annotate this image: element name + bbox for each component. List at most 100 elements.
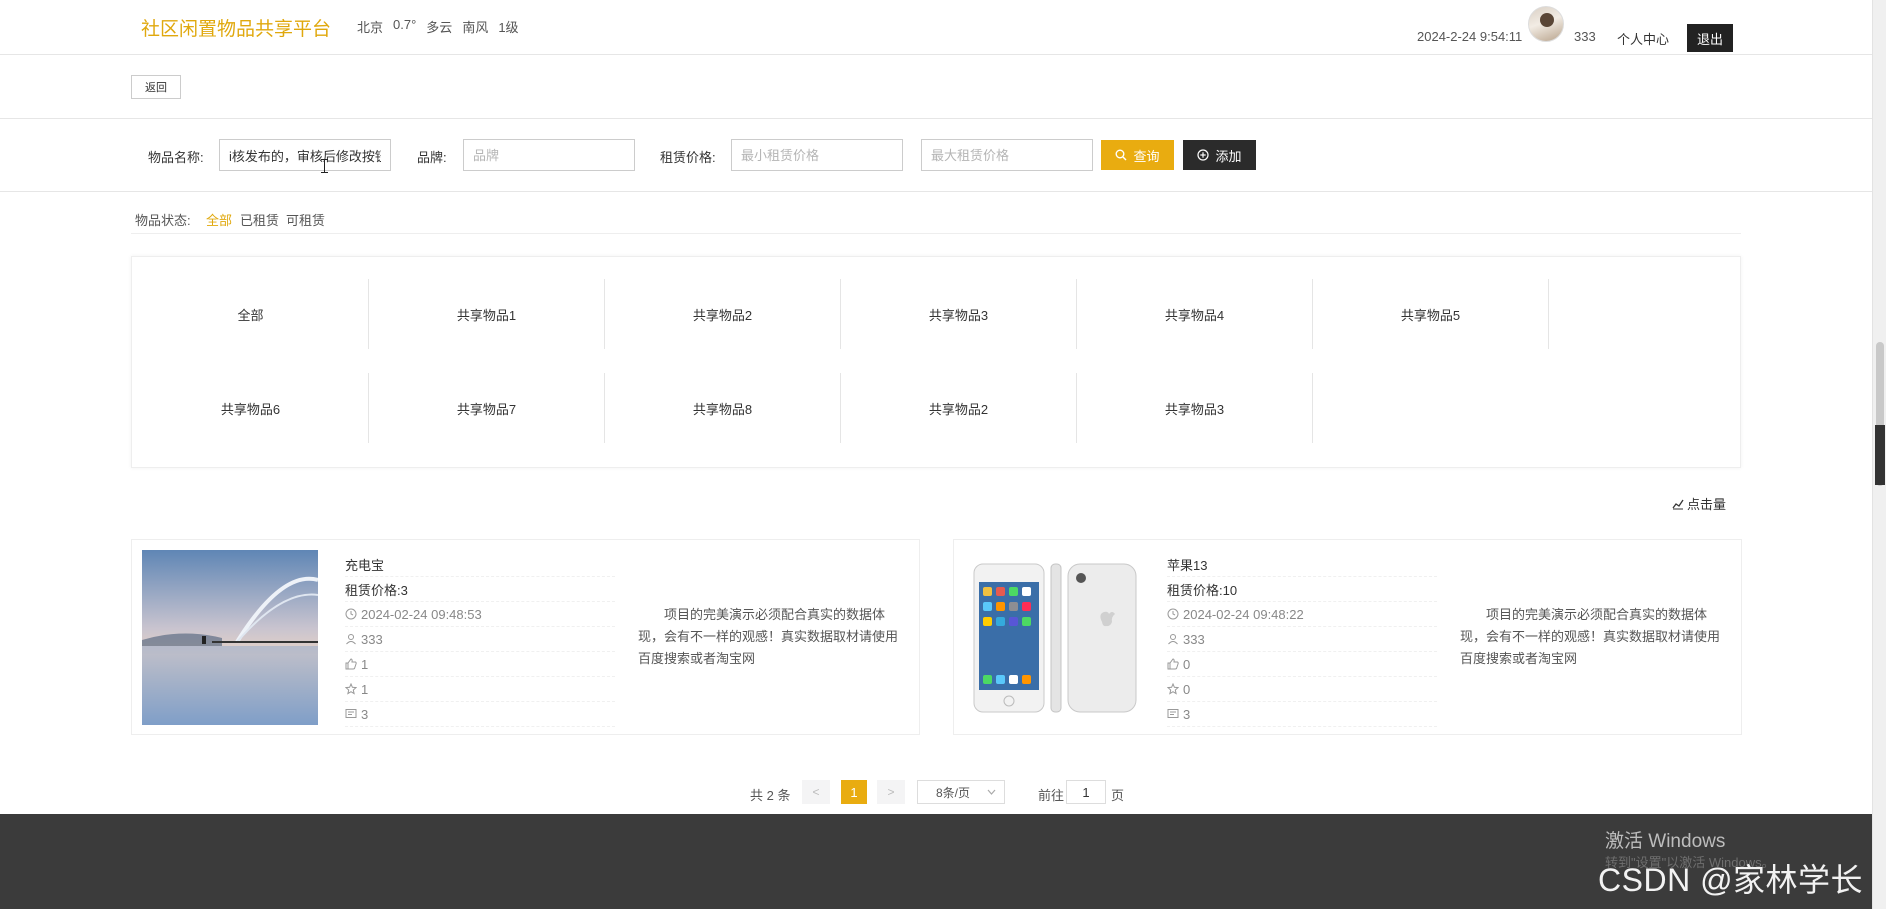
item-name[interactable]: 充电宝 bbox=[345, 552, 615, 577]
category-item[interactable]: 共享物品3 bbox=[1077, 373, 1313, 443]
page-size-select[interactable]: 8条/页 bbox=[917, 780, 1005, 804]
item-description: 项目的完美演示必须配合真实的数据体现，会有不一样的观感！真实数据取材请使用百度搜… bbox=[638, 607, 899, 666]
comment-icon bbox=[1167, 709, 1179, 718]
status-label: 物品状态: bbox=[135, 213, 191, 228]
text-cursor bbox=[321, 159, 328, 173]
weather-level: 1级 bbox=[498, 20, 519, 35]
status-option-rented[interactable]: 已租赁 bbox=[240, 210, 279, 229]
weather-temp: 0.7° bbox=[393, 17, 417, 32]
weather-widget: 北京 0.7° 多云 南风 1级 bbox=[357, 17, 519, 36]
item-meta: 充电宝 租赁价格:3 2024-02-24 09:48:53 333 1 1 3 bbox=[345, 552, 615, 727]
add-label: 添加 bbox=[1215, 148, 1242, 164]
status-option-all[interactable]: 全部 bbox=[206, 210, 232, 229]
pagination-total: 共 2 条 bbox=[750, 788, 791, 803]
item-likes-row: 0 bbox=[1167, 652, 1437, 677]
weather-condition: 多云 bbox=[426, 20, 453, 35]
category-item[interactable]: 共享物品1 bbox=[369, 279, 605, 349]
brand-label: 品牌: bbox=[417, 150, 447, 165]
add-button[interactable]: 添加 bbox=[1183, 140, 1256, 170]
status-filter: 物品状态: 全部 已租赁 可租赁 bbox=[131, 192, 1741, 234]
goto-label: 前往 bbox=[1038, 788, 1065, 803]
weather-city: 北京 bbox=[357, 20, 384, 35]
item-price: 租赁价格:3 bbox=[345, 577, 615, 602]
weather-wind: 南风 bbox=[462, 20, 489, 35]
item-favorites-row: 1 bbox=[345, 677, 615, 702]
user-icon bbox=[346, 634, 356, 645]
item-name-label: 物品名称: bbox=[148, 150, 204, 165]
item-name-input[interactable] bbox=[219, 139, 391, 171]
query-label: 查询 bbox=[1133, 148, 1160, 164]
page-scrollbar[interactable] bbox=[1872, 0, 1886, 909]
search-bar: 物品名称: 品牌: 租赁价格: 查询 添加 bbox=[0, 119, 1872, 192]
item-likes-row: 1 bbox=[345, 652, 615, 677]
sort-label: 点击量 bbox=[1687, 497, 1727, 512]
csdn-watermark: CSDN @家林学长 bbox=[1598, 862, 1864, 898]
item-favorites: 0 bbox=[1183, 681, 1191, 697]
category-item[interactable]: 共享物品3 bbox=[841, 279, 1077, 349]
item-time: 2024-02-24 09:48:53 bbox=[361, 606, 482, 622]
page-word: 页 bbox=[1111, 788, 1125, 803]
item-comments-row: 3 bbox=[345, 702, 615, 727]
page-size-value: 8条/页 bbox=[936, 785, 971, 800]
min-price-input[interactable] bbox=[731, 139, 903, 171]
scrollbar-thumb[interactable] bbox=[1875, 425, 1885, 485]
max-price-input[interactable] bbox=[921, 139, 1093, 171]
comment-icon bbox=[345, 709, 357, 718]
item-name[interactable]: 苹果13 bbox=[1167, 552, 1437, 577]
plus-circle-icon bbox=[1197, 149, 1210, 161]
personal-center-link[interactable]: 个人中心 bbox=[1617, 29, 1669, 48]
footer bbox=[0, 814, 1872, 909]
thumbs-up-icon bbox=[345, 658, 357, 670]
item-comments: 3 bbox=[1183, 706, 1191, 722]
chart-icon bbox=[1672, 499, 1684, 509]
item-likes: 1 bbox=[361, 656, 369, 672]
item-meta: 苹果13 租赁价格:10 2024-02-24 09:48:22 333 0 0… bbox=[1167, 552, 1437, 727]
query-button[interactable]: 查询 bbox=[1101, 140, 1174, 170]
category-panel: 全部 共享物品1 共享物品2 共享物品3 共享物品4 共享物品5 共享物品6 共… bbox=[131, 256, 1741, 468]
item-user-row: 333 bbox=[345, 627, 615, 652]
category-item[interactable]: 共享物品6 bbox=[133, 373, 369, 443]
item-comments: 3 bbox=[361, 706, 369, 722]
pagination: 共 2 条 < 1 > 8条/页 前往 页 bbox=[0, 779, 1872, 805]
top-header: 社区闲置物品共享平台 北京 0.7° 多云 南风 1级 2024-2-24 9:… bbox=[0, 0, 1872, 55]
next-page-button[interactable]: > bbox=[877, 780, 905, 804]
chevron-down-icon bbox=[987, 789, 996, 795]
page-number-current[interactable]: 1 bbox=[841, 780, 867, 804]
item-image-bridge[interactable] bbox=[142, 550, 318, 725]
prev-page-button[interactable]: < bbox=[802, 780, 830, 804]
back-row: 返回 bbox=[0, 55, 1872, 119]
search-icon bbox=[1115, 149, 1127, 161]
item-comments-row: 3 bbox=[1167, 702, 1437, 727]
price-label: 租赁价格: bbox=[660, 150, 716, 165]
logout-button[interactable]: 退出 bbox=[1687, 24, 1733, 52]
goto-page-input[interactable] bbox=[1066, 780, 1106, 804]
category-item[interactable]: 共享物品8 bbox=[605, 373, 841, 443]
thumbs-up-icon bbox=[1167, 658, 1179, 670]
category-item[interactable]: 共享物品4 bbox=[1077, 279, 1313, 349]
category-item[interactable]: 共享物品5 bbox=[1313, 279, 1549, 349]
item-likes: 0 bbox=[1183, 656, 1191, 672]
user-icon bbox=[1168, 634, 1178, 645]
item-description: 项目的完美演示必须配合真实的数据体现，会有不一样的观感！真实数据取材请使用百度搜… bbox=[1460, 607, 1721, 666]
item-user-row: 333 bbox=[1167, 627, 1437, 652]
clock-icon bbox=[345, 608, 357, 620]
current-datetime: 2024-2-24 9:54:11 bbox=[1417, 29, 1523, 44]
status-option-available[interactable]: 可租赁 bbox=[286, 210, 325, 229]
username: 333 bbox=[1574, 29, 1596, 44]
item-favorites-row: 0 bbox=[1167, 677, 1437, 702]
category-item[interactable]: 全部 bbox=[133, 279, 369, 349]
category-item[interactable]: 共享物品7 bbox=[369, 373, 605, 443]
category-item[interactable]: 共享物品2 bbox=[841, 373, 1077, 443]
category-item[interactable]: 共享物品2 bbox=[605, 279, 841, 349]
item-favorites: 1 bbox=[361, 681, 369, 697]
item-price: 租赁价格:10 bbox=[1167, 577, 1437, 602]
site-title[interactable]: 社区闲置物品共享平台 bbox=[141, 14, 331, 41]
item-card[interactable]: 苹果13 租赁价格:10 2024-02-24 09:48:22 333 0 0… bbox=[953, 539, 1742, 735]
brand-input[interactable] bbox=[463, 139, 635, 171]
back-button[interactable]: 返回 bbox=[131, 75, 181, 99]
item-image-iphone[interactable] bbox=[964, 550, 1140, 725]
clock-icon bbox=[1167, 608, 1179, 620]
sort-by-clicks[interactable]: 点击量 bbox=[1672, 494, 1726, 513]
item-card[interactable]: 充电宝 租赁价格:3 2024-02-24 09:48:53 333 1 1 3… bbox=[131, 539, 920, 735]
avatar[interactable] bbox=[1528, 6, 1564, 42]
